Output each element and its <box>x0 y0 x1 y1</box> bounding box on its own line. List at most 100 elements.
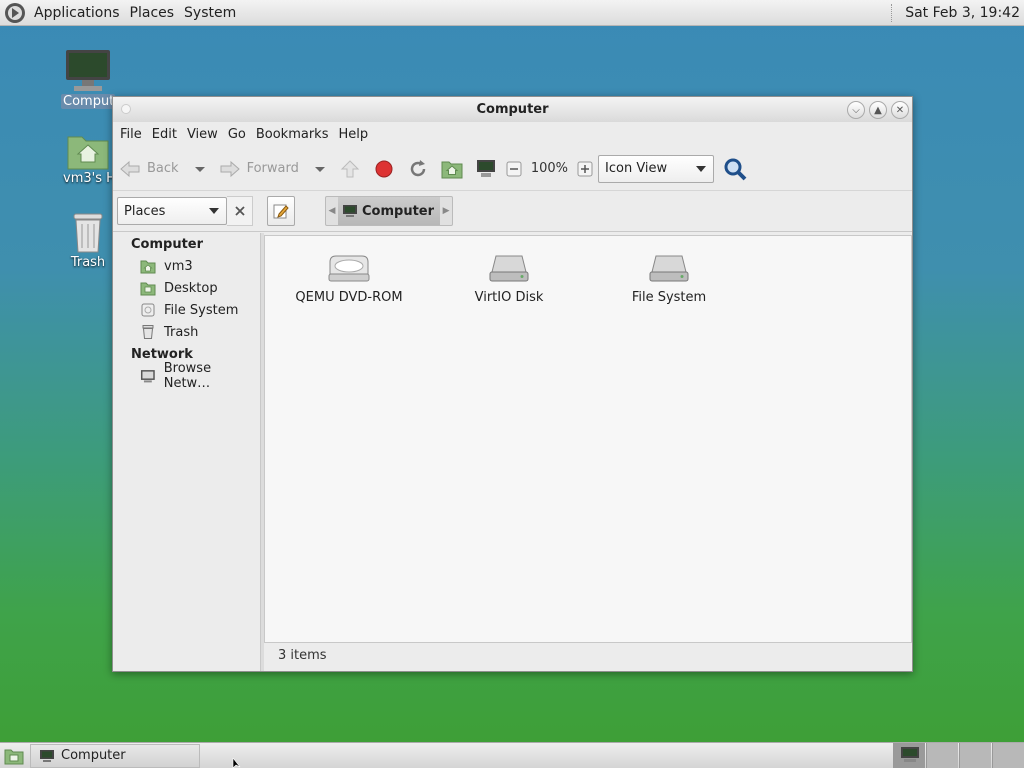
desktop-icon-label: Trash <box>70 255 106 270</box>
sidebar: Computer vm3 Desktop File System Trash N… <box>113 233 260 671</box>
sidebar-item-label: Browse Netw… <box>163 361 212 391</box>
minimize-button[interactable]: ⌵ <box>847 101 865 119</box>
window-title: Computer <box>476 102 549 117</box>
home-button[interactable] <box>439 156 465 182</box>
forward-button[interactable]: Forward <box>219 160 327 178</box>
taskbar-item-label: Computer <box>61 748 126 763</box>
sidebar-item-trash[interactable]: Trash <box>113 321 260 343</box>
computer-icon <box>40 749 54 762</box>
mouse-cursor-icon <box>232 758 241 768</box>
close-sidebar-button[interactable] <box>227 196 253 226</box>
stop-icon <box>375 160 393 177</box>
sidebar-item-vm3[interactable]: vm3 <box>113 255 260 277</box>
workspace-1[interactable] <box>893 743 925 768</box>
workspace-3[interactable] <box>959 743 991 768</box>
menu-help[interactable]: Help <box>333 127 373 142</box>
chevron-down-icon[interactable] <box>313 164 327 174</box>
maximize-button[interactable]: ▲ <box>869 101 887 119</box>
breadcrumb-left-arrow[interactable]: ◀ <box>326 206 338 216</box>
toggle-location-entry-button[interactable] <box>267 196 295 226</box>
places-menu[interactable]: Places <box>125 5 180 21</box>
places-select-value: Places <box>124 203 166 219</box>
menu-view[interactable]: View <box>182 127 223 142</box>
taskbar-item-computer[interactable]: Computer <box>30 743 200 768</box>
sidebar-item-browse-network[interactable]: Browse Netw… <box>113 361 260 391</box>
workspace-2[interactable] <box>926 743 958 768</box>
status-bar: 3 items <box>278 648 327 663</box>
sidebar-places-select[interactable]: Places <box>117 197 227 225</box>
chevron-down-icon[interactable] <box>193 164 207 174</box>
menubar: File Edit View Go Bookmarks Help <box>113 122 912 147</box>
back-label: Back <box>147 161 179 176</box>
breadcrumb-label: Computer <box>362 203 435 219</box>
reload-icon <box>410 159 426 176</box>
file-item-virtio-disk[interactable]: VirtIO Disk <box>439 252 579 305</box>
hard-disk-icon <box>649 255 689 282</box>
zoom-level: 100% <box>530 161 569 176</box>
breadcrumb-current[interactable]: Computer <box>338 197 441 225</box>
applications-menu[interactable]: Applications <box>29 5 125 21</box>
search-button[interactable] <box>722 156 748 182</box>
window-body: Computer vm3 Desktop File System Trash N… <box>113 233 912 671</box>
computer-icon <box>476 159 495 177</box>
sidebar-item-label: Desktop <box>164 280 218 296</box>
desktop-icon-label: Computer <box>61 94 115 109</box>
top-panel: Applications Places System Sat Feb 3, 19… <box>0 0 1024 26</box>
file-item-dvd-rom[interactable]: QEMU DVD-ROM <box>279 252 419 305</box>
zoom-in-button[interactable] <box>576 156 594 182</box>
location-bar: Places ◀ Computer ▶ <box>113 191 912 232</box>
menu-go[interactable]: Go <box>223 127 251 142</box>
network-icon <box>140 370 155 383</box>
home-folder-icon <box>140 260 156 274</box>
hard-disk-icon <box>489 255 529 282</box>
trash-icon <box>142 325 154 339</box>
trash-icon <box>73 213 103 253</box>
zoom-in-icon <box>577 161 593 176</box>
stop-button[interactable] <box>371 156 397 182</box>
file-item-file-system[interactable]: File System <box>599 252 739 305</box>
back-button[interactable]: Back <box>119 160 207 178</box>
computer-icon <box>343 205 357 217</box>
menu-edit[interactable]: Edit <box>147 127 182 142</box>
computer-icon <box>66 50 110 91</box>
sidebar-item-file-system[interactable]: File System <box>113 299 260 321</box>
breadcrumb: ◀ Computer ▶ <box>325 196 454 226</box>
zoom-out-icon <box>506 161 522 176</box>
up-button[interactable] <box>337 156 363 182</box>
window-menu-icon[interactable] <box>121 104 131 114</box>
menu-file[interactable]: File <box>115 127 147 142</box>
close-button[interactable]: ✕ <box>891 101 909 119</box>
panel-separator <box>891 3 895 22</box>
edit-icon <box>273 204 289 219</box>
optical-drive-icon <box>328 255 370 282</box>
reload-button[interactable] <box>405 156 431 182</box>
clock[interactable]: Sat Feb 3, 19:42 <box>905 5 1024 21</box>
sidebar-header-computer: Computer <box>131 237 204 252</box>
computer-icon <box>900 747 919 762</box>
sidebar-item-label: vm3 <box>164 258 193 274</box>
file-manager-window: Computer ⌵ ▲ ✕ File Edit View Go Bookmar… <box>112 96 913 672</box>
menu-bookmarks[interactable]: Bookmarks <box>251 127 334 142</box>
forward-arrow-icon <box>220 160 240 177</box>
sidebar-item-desktop[interactable]: Desktop <box>113 277 260 299</box>
workspace-4[interactable] <box>992 743 1024 768</box>
breadcrumb-right-arrow[interactable]: ▶ <box>440 206 452 216</box>
view-mode-value: Icon View <box>605 161 668 176</box>
forward-label: Forward <box>246 161 299 176</box>
chevron-down-icon <box>696 165 707 172</box>
desktop-folder-icon <box>140 282 156 296</box>
file-item-label: VirtIO Disk <box>474 290 544 305</box>
chevron-down-icon <box>209 208 219 214</box>
system-menu[interactable]: System <box>179 5 241 21</box>
window-titlebar[interactable]: Computer ⌵ ▲ ✕ <box>113 97 912 122</box>
up-arrow-icon <box>340 159 360 177</box>
computer-button[interactable] <box>473 156 499 182</box>
view-mode-select[interactable]: Icon View <box>598 154 715 183</box>
sidebar-item-label: File System <box>164 302 239 318</box>
distro-logo-icon[interactable] <box>4 2 26 24</box>
close-icon <box>234 206 245 216</box>
show-desktop-icon[interactable] <box>4 747 24 765</box>
file-view[interactable]: QEMU DVD-ROM VirtIO Disk File System <box>264 235 912 643</box>
zoom-out-button[interactable] <box>505 156 523 182</box>
back-arrow-icon <box>120 160 140 177</box>
